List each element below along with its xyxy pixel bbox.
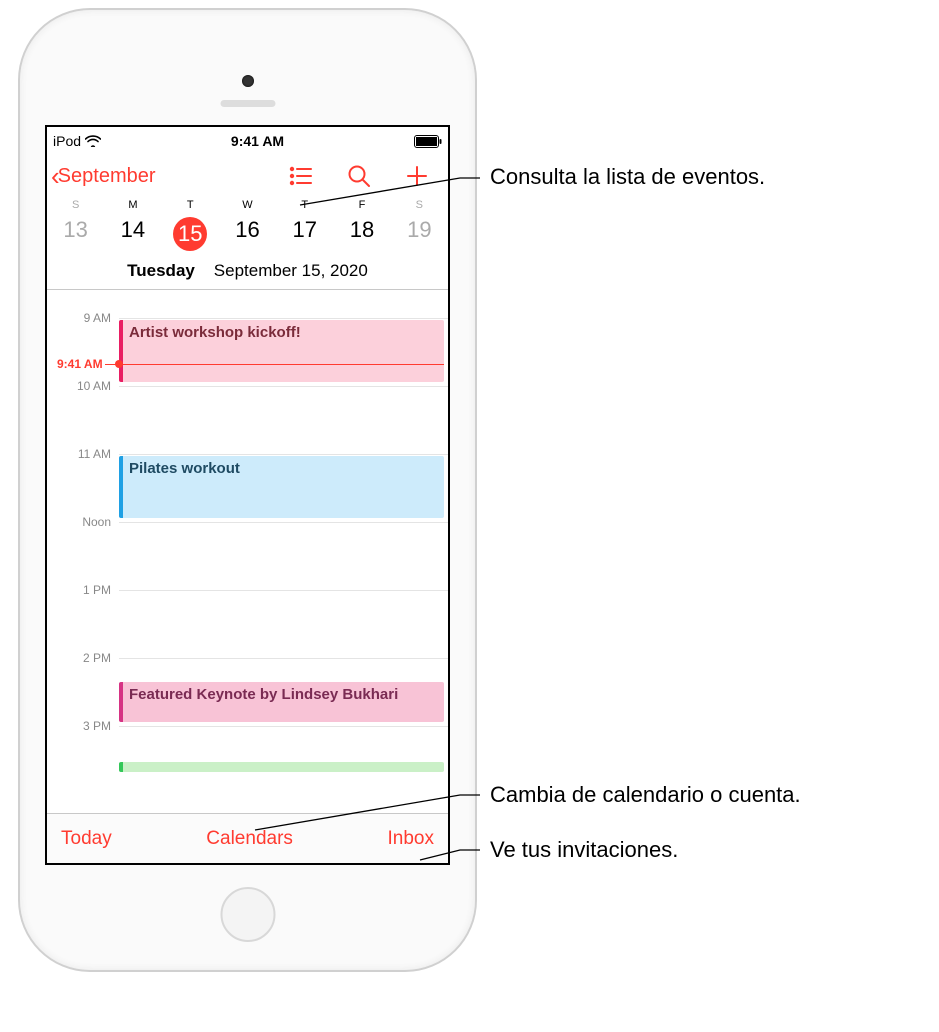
callout-list: Consulta la lista de eventos. bbox=[490, 164, 765, 190]
callout-calendars: Cambia de calendario o cuenta. bbox=[490, 782, 801, 808]
callout-inbox: Ve tus invitaciones. bbox=[490, 837, 678, 863]
